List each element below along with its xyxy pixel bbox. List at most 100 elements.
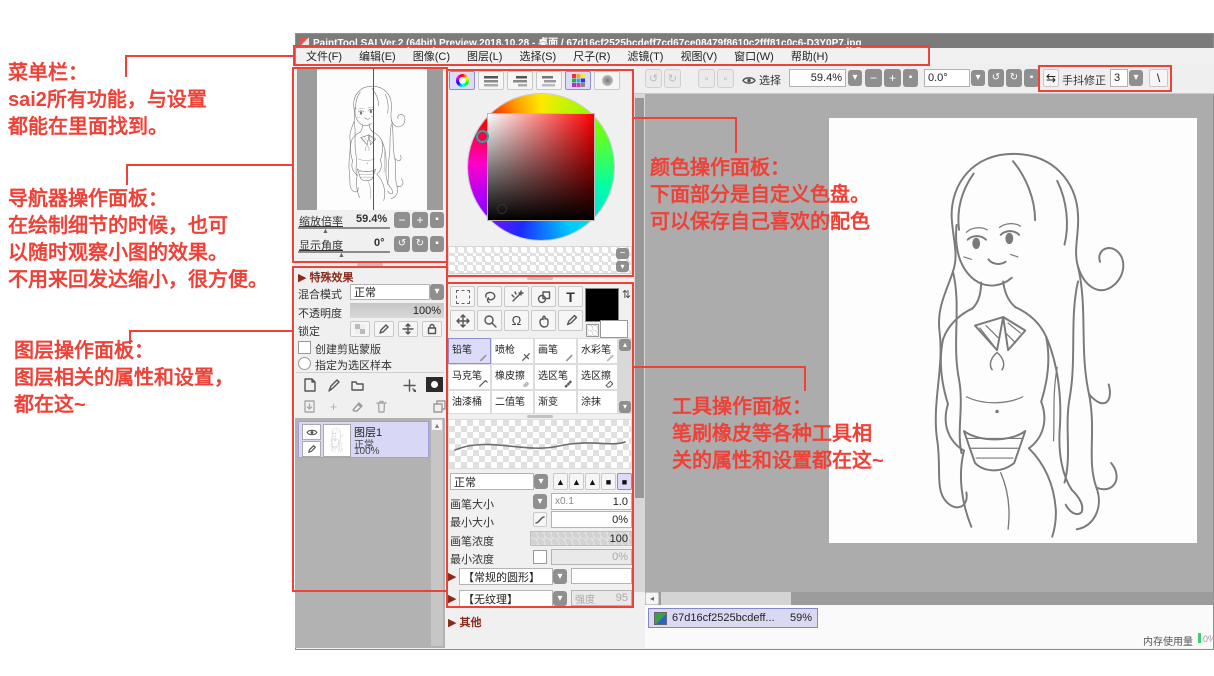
navigator-zoom-reset-button[interactable]: ▪ — [430, 212, 444, 228]
zoom-out-button[interactable]: − — [865, 69, 882, 87]
title-bar[interactable]: PaintTool SAI Ver.2 (64bit) Preview.2018… — [296, 34, 1213, 48]
canvas-hscrollbar[interactable]: ◂ — [645, 592, 1213, 605]
new-folder-button[interactable] — [348, 376, 367, 394]
shape-tool-button[interactable] — [531, 286, 556, 307]
transform-button[interactable] — [400, 376, 419, 394]
brush-shape-dropdown-button[interactable]: ▾ — [553, 569, 567, 584]
brush-scroll-up-button[interactable]: ▴ — [619, 339, 631, 351]
tip-shape-sharp[interactable]: ▲ — [553, 473, 568, 490]
color-tool-splitter[interactable] — [527, 277, 553, 280]
brush-eraser[interactable]: 橡皮擦 — [491, 364, 534, 390]
shape-section-arrow[interactable]: ▶ — [448, 570, 456, 583]
tip-shape-flat[interactable]: ■ — [601, 473, 616, 490]
brush-watercolor[interactable]: 水彩笔 — [577, 338, 618, 364]
brush-size-field[interactable]: x0.1 1.0 — [551, 493, 632, 510]
lock-move-button[interactable] — [398, 321, 418, 337]
lock-all-button[interactable] — [422, 321, 442, 337]
rotate-cw-button[interactable]: ↻ — [1006, 69, 1022, 87]
eyedropper-tool-button[interactable] — [558, 310, 583, 331]
swap-colors-button[interactable]: ⇅ — [620, 287, 633, 302]
angle-dropdown-button[interactable]: ▾ — [971, 70, 985, 86]
brush-grid-scrollbar[interactable]: ▴ ▾ — [618, 338, 632, 414]
min-density-checkbox[interactable] — [533, 550, 547, 564]
layer-mask-button[interactable] — [426, 377, 443, 392]
navigator-zoom-in-button[interactable]: + — [412, 212, 428, 228]
redo-button[interactable]: ↻ — [664, 69, 681, 88]
merge-down-button[interactable] — [300, 398, 319, 414]
texture-section-arrow[interactable]: ▶ — [448, 592, 456, 605]
brush-pencil[interactable]: 铅笔 — [448, 338, 491, 364]
menu-item-edit[interactable]: 编辑(E) — [359, 48, 396, 64]
color-mixer-tab[interactable] — [594, 71, 620, 90]
menu-item-layer[interactable]: 图层(L) — [467, 48, 502, 64]
stabilizer-value-field[interactable]: 3 — [1110, 69, 1128, 87]
tip-shape-square[interactable]: ■ — [617, 473, 632, 490]
brush-shape-extra-field[interactable] — [571, 568, 632, 584]
deselect-button[interactable]: ▫ — [698, 69, 715, 88]
menu-item-filter[interactable]: 滤镜(T) — [627, 48, 663, 64]
brush-selection-pen[interactable]: 选区笔 — [534, 364, 577, 390]
undo-button[interactable]: ↺ — [645, 69, 662, 88]
brush-marker[interactable]: 马克笔 — [448, 364, 491, 390]
navigator-angle-slider-marker[interactable]: ▲ — [338, 252, 345, 259]
selection-sample-radio[interactable] — [298, 357, 311, 370]
flip-horizontal-button[interactable]: ⇆ — [1043, 69, 1059, 87]
new-pen-layer-button[interactable] — [324, 376, 343, 394]
brush-scroll-down-button[interactable]: ▾ — [619, 401, 631, 413]
line-tool-button[interactable]: \ — [1149, 69, 1168, 87]
brush-gradient[interactable]: 渐变 — [534, 390, 577, 414]
brush-airbrush[interactable]: 喷枪 — [491, 338, 534, 364]
brush-blur[interactable]: 涂抹 — [577, 390, 618, 414]
document-tab[interactable]: 67d16cf2525bcdeff... 59% — [648, 608, 818, 628]
opacity-slider[interactable]: 100% — [350, 303, 444, 318]
rotate-ccw-button[interactable]: ↺ — [988, 69, 1004, 87]
swatch-scroll-down-button[interactable]: ▾ — [616, 261, 629, 272]
menu-item-view[interactable]: 视图(V) — [680, 48, 717, 64]
navigator-zoom-slider[interactable] — [298, 227, 390, 229]
hscroll-thumb[interactable] — [661, 592, 791, 605]
brush-texture-dropdown-button[interactable]: ▾ — [553, 591, 567, 606]
paint-mode-select[interactable]: 正常 — [450, 473, 534, 490]
layer-effects-header[interactable]: ▶ 特殊效果 — [298, 269, 354, 285]
angle-value-field[interactable]: 0.0° — [924, 69, 970, 87]
navigator-rotate-cw-button[interactable]: ↻ — [412, 236, 428, 252]
zoom-tool-button[interactable] — [477, 310, 502, 331]
tip-shape-curve[interactable]: ▲ — [585, 473, 600, 490]
color-wheel-tab[interactable] — [449, 71, 475, 90]
menu-item-help[interactable]: 帮助(H) — [791, 48, 828, 64]
custom-swatch-strip[interactable] — [448, 246, 632, 274]
hue-marker[interactable] — [476, 130, 489, 143]
rgb-slider-tab[interactable] — [478, 71, 504, 90]
layer-visibility-toggle[interactable] — [302, 424, 321, 440]
menu-item-file[interactable]: 文件(F) — [306, 48, 342, 64]
brush-binary-pen[interactable]: 二值笔 — [491, 390, 534, 414]
rotate-canvas-tool-button[interactable]: Ω — [504, 310, 529, 331]
lock-draw-button[interactable] — [374, 321, 394, 337]
navigator-rotate-reset-button[interactable]: ▪ — [430, 236, 444, 252]
hscroll-left-button[interactable]: ◂ — [645, 592, 659, 605]
layer-list-scrollbar[interactable]: ▴ — [431, 419, 443, 646]
hand-tool-button[interactable] — [531, 310, 556, 331]
min-density-field[interactable]: 0% — [551, 549, 632, 565]
rotate-reset-button[interactable]: ▪ — [1024, 69, 1039, 87]
clip-mask-checkbox[interactable] — [298, 341, 311, 354]
delete-layer-button[interactable] — [372, 398, 391, 414]
navigator-rotate-ccw-button[interactable]: ↺ — [394, 236, 410, 252]
canvas-artboard[interactable] — [829, 118, 1197, 543]
min-size-curve-button[interactable] — [533, 512, 547, 527]
brush-paintbrush[interactable]: 画笔 — [534, 338, 577, 364]
layer-paint-indicator[interactable] — [302, 441, 321, 457]
texture-strength-field[interactable]: 强度 95 — [571, 590, 632, 606]
zoom-reset-button[interactable]: ▪ — [903, 69, 918, 87]
zoom-in-button[interactable]: + — [884, 69, 901, 87]
menu-item-window[interactable]: 窗口(W) — [734, 48, 774, 64]
lock-transparency-button[interactable] — [350, 321, 370, 337]
swatch-scroll-up-button[interactable]: − — [616, 248, 629, 259]
gray-slider-tab[interactable] — [536, 71, 562, 90]
magic-wand-tool-button[interactable] — [504, 286, 529, 307]
layer-row[interactable]: 图层1 正常 100% — [298, 421, 429, 458]
paint-mode-dropdown-button[interactable]: ▾ — [534, 474, 548, 489]
blend-mode-select[interactable]: 正常 — [350, 284, 430, 300]
secondary-color-swatch[interactable] — [600, 320, 628, 338]
tip-shape-round[interactable]: ▲ — [569, 473, 584, 490]
